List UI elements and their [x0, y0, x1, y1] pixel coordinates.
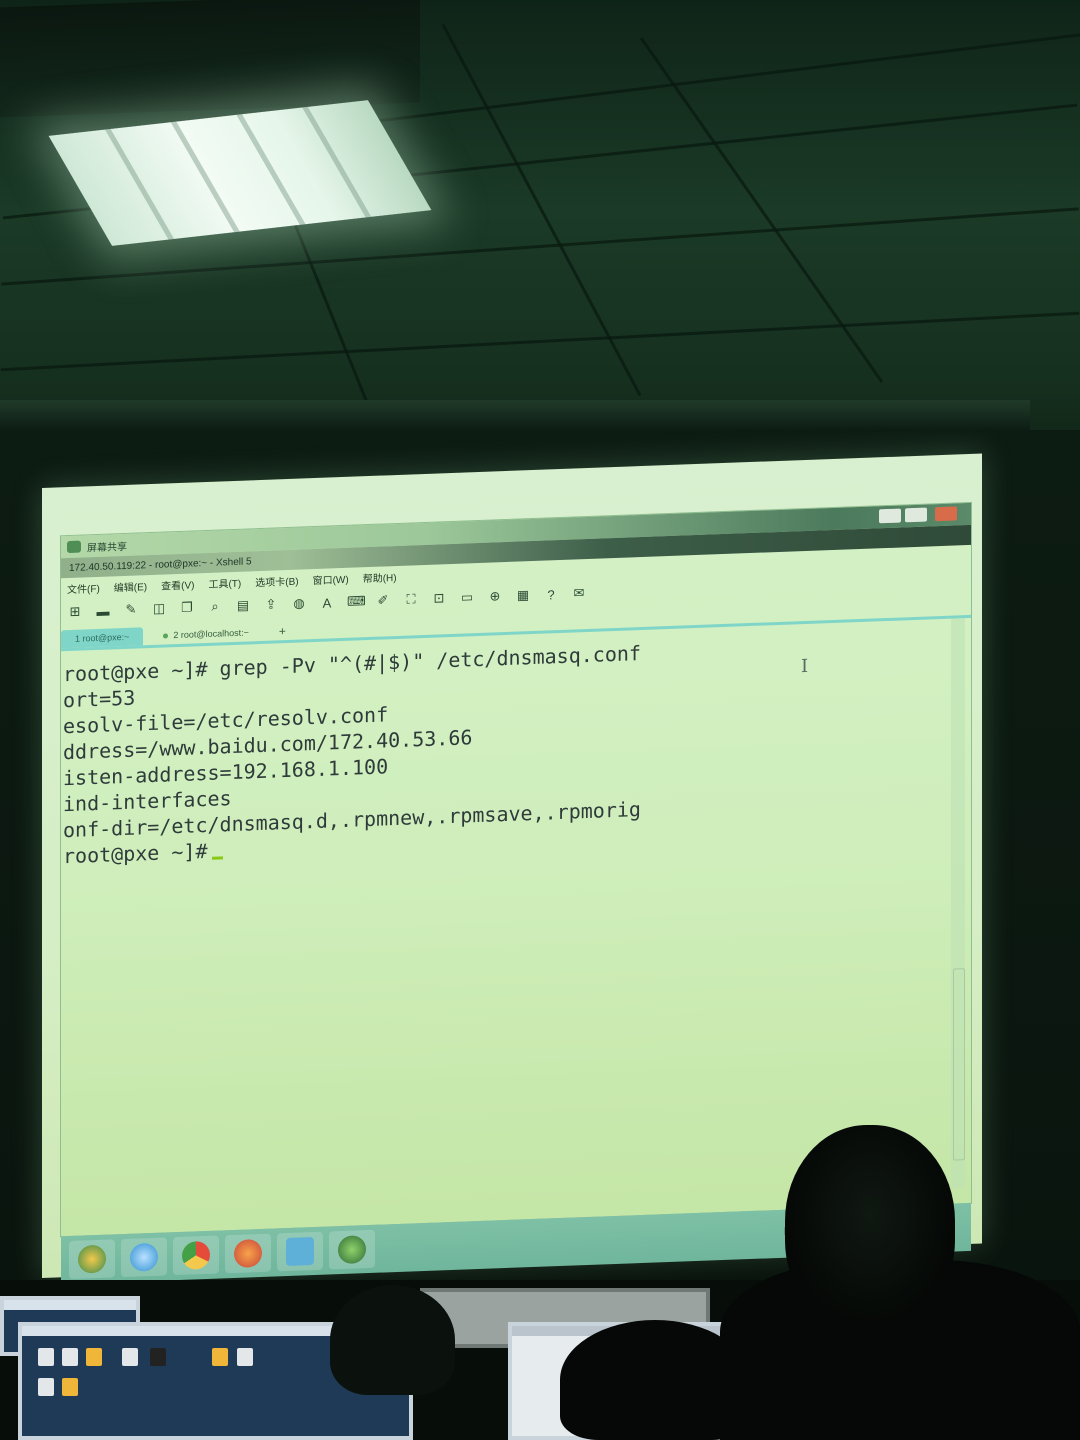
- menu-edit[interactable]: 编辑(E): [114, 578, 147, 594]
- terminal-output[interactable]: root@pxe ~]# grep -Pv "^(#|$)" /etc/dnsm…: [61, 619, 936, 1171]
- find-icon[interactable]: ⌕: [207, 598, 223, 615]
- terminal-scrollbar[interactable]: [951, 618, 965, 1189]
- minimize-button[interactable]: [879, 508, 901, 524]
- share-logo-icon: [67, 540, 81, 554]
- ceiling-light: [48, 100, 432, 246]
- explorer-button[interactable]: [277, 1231, 323, 1272]
- fullscreen-icon[interactable]: ⛶: [403, 591, 419, 608]
- student-head: [785, 1125, 955, 1325]
- tab-label: 2 root@localhost:~: [173, 627, 249, 641]
- ie-button[interactable]: [121, 1237, 167, 1278]
- menu-view[interactable]: 查看(V): [161, 576, 194, 592]
- ibeam-cursor-icon: I: [801, 655, 809, 678]
- terminal-prompt: root@pxe ~]#: [63, 838, 208, 869]
- chrome-button[interactable]: [173, 1235, 219, 1276]
- text-cursor: [211, 856, 223, 860]
- globe-icon[interactable]: ◍: [291, 595, 307, 612]
- ie-icon: [130, 1242, 158, 1272]
- menu-tabs[interactable]: 选项卡(B): [255, 572, 298, 589]
- tab-session-1[interactable]: 1 root@pxe:~: [61, 627, 144, 649]
- lock-icon[interactable]: ⊡: [431, 590, 447, 607]
- xshell-window: 屏幕共享 172.40.50.119:22 - root@pxe:~ - Xsh…: [60, 501, 972, 1285]
- menu-tools[interactable]: 工具(T): [208, 574, 241, 590]
- keyboard-icon[interactable]: ⌨: [347, 593, 366, 610]
- xshell-button[interactable]: [329, 1229, 375, 1270]
- xshell-icon: [338, 1235, 366, 1265]
- print-icon[interactable]: ▤: [235, 597, 251, 614]
- start-button[interactable]: [69, 1239, 115, 1280]
- session-status-icon: [163, 632, 169, 639]
- screen-roller: [0, 400, 1030, 432]
- close-button[interactable]: [935, 506, 957, 522]
- properties-icon[interactable]: ◫: [151, 600, 167, 617]
- menu-help[interactable]: 帮助(H): [363, 568, 397, 584]
- transfer-icon[interactable]: ⇪: [263, 596, 279, 613]
- menu-file[interactable]: 文件(F): [67, 579, 100, 595]
- firefox-button[interactable]: [225, 1233, 271, 1274]
- add-tab-button[interactable]: +: [269, 622, 296, 641]
- copy-icon[interactable]: ❐: [179, 599, 195, 616]
- open-folder-icon[interactable]: ▬: [95, 603, 111, 619]
- explorer-icon: [286, 1237, 314, 1267]
- window-title: 172.40.50.119:22 - root@pxe:~ - Xshell 5: [69, 555, 252, 574]
- scrollbar-thumb[interactable]: [953, 968, 965, 1161]
- chat-icon[interactable]: ✉: [571, 585, 587, 602]
- tab-label: 1 root@pxe:~: [75, 631, 130, 644]
- layout-icon[interactable]: ▦: [515, 587, 531, 604]
- air-duct: [0, 0, 420, 118]
- compose-icon[interactable]: ▭: [459, 589, 475, 606]
- script-icon[interactable]: ✐: [375, 592, 391, 609]
- connect-icon[interactable]: ✎: [123, 601, 139, 618]
- chrome-icon: [182, 1240, 210, 1270]
- start-icon: [78, 1244, 106, 1274]
- tab-session-2[interactable]: 2 root@localhost:~: [149, 623, 262, 645]
- student-head: [330, 1285, 455, 1395]
- share-title: 屏幕共享: [87, 541, 127, 554]
- firefox-icon: [234, 1238, 262, 1268]
- new-session-icon[interactable]: ⊞: [67, 603, 83, 620]
- help-icon[interactable]: ?: [543, 587, 559, 603]
- font-icon[interactable]: A: [319, 595, 335, 611]
- maximize-button[interactable]: [905, 507, 927, 523]
- add-icon[interactable]: ⊕: [487, 588, 503, 605]
- menu-window[interactable]: 窗口(W): [313, 570, 349, 586]
